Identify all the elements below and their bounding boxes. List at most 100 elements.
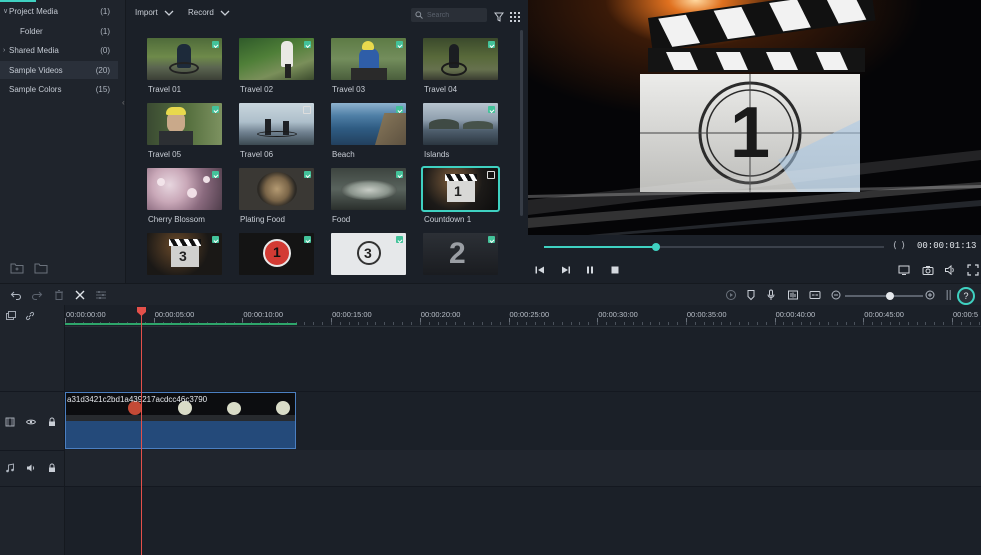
undo-button[interactable] — [10, 289, 22, 301]
media-tile-islands[interactable]: Islands — [423, 103, 498, 159]
fullscreen-button[interactable] — [967, 264, 979, 276]
camera-icon — [922, 266, 934, 275]
ruler-minor-tick — [845, 322, 847, 325]
media-tile-travel-02[interactable]: Travel 02 — [239, 38, 314, 94]
media-tile-countdown-2[interactable]: 3 — [147, 233, 222, 283]
render-button[interactable] — [725, 289, 737, 301]
media-tile-countdown-4[interactable]: 3 — [331, 233, 406, 283]
media-tile-countdown-1[interactable]: 1 Countdown 1 — [421, 166, 500, 224]
video-clip[interactable]: a31d3421c2bd1a439217acdcc46c3790 — [65, 392, 296, 449]
ruler-minor-tick — [437, 322, 439, 325]
subtitle-button[interactable] — [809, 289, 821, 301]
tile-name: Travel 02 — [240, 85, 274, 94]
cut-button[interactable] — [74, 289, 86, 301]
delete-button[interactable] — [53, 289, 65, 301]
media-tile-travel-04[interactable]: Travel 04 — [423, 38, 498, 94]
zoom-slider-handle[interactable] — [886, 292, 895, 300]
mark-in-out-icon[interactable]: ⟨⟩ — [893, 240, 910, 251]
volume-button[interactable] — [944, 264, 956, 276]
folder-icon[interactable] — [34, 262, 48, 276]
preview-viewer: 1 — [528, 0, 981, 235]
voiceover-button[interactable] — [765, 289, 777, 301]
sidebar-item-count: (1) — [100, 26, 110, 36]
media-tile-countdown-5[interactable]: 2 — [423, 233, 498, 283]
play-frame-button[interactable] — [559, 264, 571, 276]
help-button[interactable]: ? — [957, 287, 975, 305]
sidebar-item-shared-media[interactable]: › Shared Media (0) — [0, 41, 118, 59]
downloaded-badge-icon — [396, 41, 403, 48]
ruler-tick-label: 00:00:25:00 — [509, 310, 550, 319]
media-tile-plating-food[interactable]: Plating Food — [239, 168, 314, 224]
playhead-line[interactable] — [141, 313, 142, 555]
new-folder-icon[interactable] — [10, 262, 24, 276]
media-scrollbar[interactable] — [520, 30, 523, 216]
zoom-slider[interactable] — [845, 292, 923, 300]
video-track-icon — [5, 417, 15, 427]
search-box[interactable] — [411, 8, 487, 22]
sidebar-item-project-media[interactable]: ∨ Project Media (1) — [0, 2, 118, 20]
ruler-minor-tick — [907, 322, 909, 325]
render-preview-button[interactable] — [898, 264, 910, 276]
grid-view-icon[interactable] — [510, 12, 520, 22]
sidebar-item-folder[interactable]: Folder (1) — [0, 22, 118, 40]
stop-icon — [611, 266, 619, 274]
preview-controls: ⟨⟩ 00:00:01:13 — [528, 235, 981, 283]
media-tile-travel-03[interactable]: Travel 03 — [331, 38, 406, 94]
redo-button[interactable] — [31, 289, 43, 301]
record-dropdown[interactable]: Record — [188, 8, 230, 17]
redo-icon — [31, 291, 43, 301]
snapshot-button[interactable] — [922, 264, 934, 276]
preview-scrubber[interactable] — [544, 243, 884, 251]
search-icon — [415, 11, 423, 19]
thumbnail: 2 — [423, 233, 498, 275]
speaker-icon[interactable] — [26, 463, 36, 473]
previous-frame-button[interactable] — [534, 264, 546, 276]
audio-mixer-button[interactable] — [787, 289, 799, 301]
add-track-icon[interactable] — [6, 311, 16, 321]
sidebar-item-sample-videos[interactable]: Sample Videos (20) — [0, 61, 118, 79]
ruler-minor-tick — [916, 322, 918, 325]
stop-button[interactable] — [609, 264, 621, 276]
collapse-sidebar-icon[interactable]: ‹ — [122, 98, 125, 107]
track-separator — [0, 450, 65, 451]
sidebar-item-sample-colors[interactable]: Sample Colors (15) — [0, 80, 118, 98]
media-tile-food[interactable]: Food — [331, 168, 406, 224]
lock-icon[interactable] — [47, 417, 57, 427]
zoom-in-button[interactable] — [924, 289, 936, 301]
filter-icon[interactable] — [494, 12, 504, 22]
scrubber-handle[interactable] — [652, 243, 661, 251]
record-label: Record — [188, 8, 214, 17]
thumbnail — [331, 38, 406, 80]
pause-divider-icon — [943, 289, 951, 301]
ruler-minor-tick — [481, 322, 483, 325]
track-separator — [65, 486, 981, 487]
zoom-out-button[interactable] — [830, 289, 842, 301]
lock-icon[interactable] — [47, 463, 57, 473]
link-icon[interactable] — [25, 311, 35, 321]
adjust-button[interactable] — [95, 289, 107, 301]
marker-button[interactable] — [745, 289, 757, 301]
ruler-minor-tick — [801, 322, 803, 325]
ruler-minor-tick — [588, 322, 590, 325]
search-input[interactable] — [427, 11, 487, 19]
import-dropdown[interactable]: Import — [135, 8, 174, 17]
media-tile-travel-06[interactable]: Travel 06 — [239, 103, 314, 159]
sliders-icon — [96, 291, 106, 299]
media-tile-cherry-blossom[interactable]: Cherry Blossom — [147, 168, 222, 224]
media-tile-beach[interactable]: Beach — [331, 103, 406, 159]
ruler-minor-tick — [765, 322, 767, 325]
ruler-minor-tick — [659, 322, 661, 325]
pause-button[interactable] — [584, 264, 596, 276]
media-tile-countdown-3[interactable]: 1 — [239, 233, 314, 283]
audio-track[interactable] — [65, 450, 981, 486]
media-tile-travel-01[interactable]: Travel 01 — [147, 38, 222, 94]
chevron-right-icon[interactable]: › — [3, 47, 5, 54]
eye-icon[interactable] — [25, 417, 37, 427]
media-tile-travel-05[interactable]: Travel 05 — [147, 103, 222, 159]
ruler-minor-tick — [694, 322, 696, 325]
sidebar-footer — [10, 262, 48, 276]
tile-name: Travel 05 — [148, 150, 182, 159]
timeline[interactable]: 00:00:00:00 00:00:05:00 00:00:10:00 00:00:1… — [65, 305, 981, 555]
media-sidebar: ∨ Project Media (1) Folder (1) › Shared … — [0, 0, 126, 283]
chevron-down-icon[interactable]: ∨ — [3, 7, 8, 15]
